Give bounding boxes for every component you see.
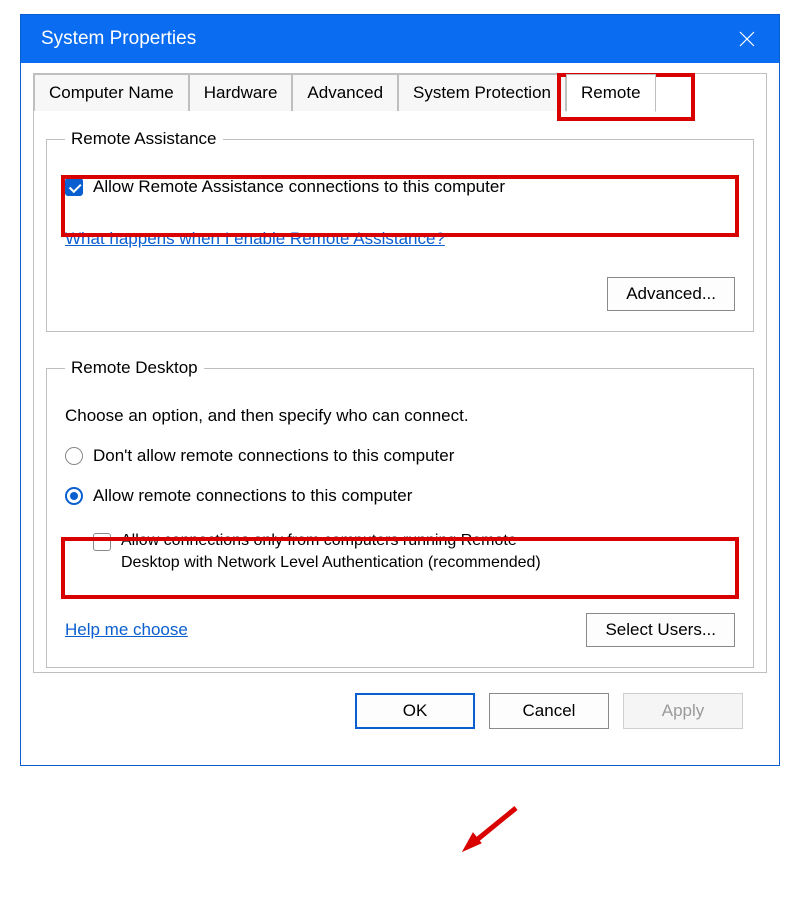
legend-remote-assistance: Remote Assistance xyxy=(65,129,223,149)
tab-remote[interactable]: Remote xyxy=(566,74,656,112)
group-remote-desktop: Remote Desktop Choose an option, and the… xyxy=(46,358,754,668)
legend-remote-desktop: Remote Desktop xyxy=(65,358,204,378)
nla-label-line1: Allow connections only from computers ru… xyxy=(121,532,517,549)
help-me-choose-link[interactable]: Help me choose xyxy=(65,620,188,640)
window-title: System Properties xyxy=(41,28,196,50)
radio-allow-label: Allow remote connections to this compute… xyxy=(93,486,412,506)
tab-advanced[interactable]: Advanced xyxy=(292,74,398,111)
tab-system-protection[interactable]: System Protection xyxy=(398,74,566,111)
close-icon[interactable] xyxy=(729,21,765,57)
apply-button: Apply xyxy=(623,693,743,729)
cancel-button[interactable]: Cancel xyxy=(489,693,609,729)
tab-bar: Computer Name Hardware Advanced System P… xyxy=(34,74,766,111)
radio-icon[interactable] xyxy=(65,487,83,505)
tab-hardware[interactable]: Hardware xyxy=(189,74,293,111)
checkbox-icon[interactable] xyxy=(65,178,83,196)
radio-deny-row[interactable]: Don't allow remote connections to this c… xyxy=(65,446,735,466)
radio-allow-row[interactable]: Allow remote connections to this compute… xyxy=(65,486,735,506)
radio-deny-label: Don't allow remote connections to this c… xyxy=(93,446,454,466)
allow-remote-assistance-row[interactable]: Allow Remote Assistance connections to t… xyxy=(65,177,735,197)
allow-remote-assistance-label: Allow Remote Assistance connections to t… xyxy=(93,177,505,197)
radio-icon[interactable] xyxy=(65,447,83,465)
ok-button[interactable]: OK xyxy=(355,693,475,729)
group-remote-assistance: Remote Assistance Allow Remote Assistanc… xyxy=(46,129,754,332)
titlebar: System Properties xyxy=(21,15,779,63)
remote-assistance-help-link[interactable]: What happens when I enable Remote Assist… xyxy=(65,229,445,248)
dialog-footer: OK Cancel Apply xyxy=(33,673,767,749)
annotation-arrow-icon xyxy=(461,803,521,857)
tab-computer-name[interactable]: Computer Name xyxy=(34,74,189,111)
advanced-button[interactable]: Advanced... xyxy=(607,277,735,311)
system-properties-window: System Properties Computer Name Hardware… xyxy=(20,14,780,766)
checkbox-icon[interactable] xyxy=(93,533,111,551)
nla-checkbox-row[interactable]: Allow connections only from computers ru… xyxy=(93,530,735,573)
remote-desktop-prompt: Choose an option, and then specify who c… xyxy=(65,406,735,426)
nla-label-line2: Desktop with Network Level Authenticatio… xyxy=(121,554,541,571)
nla-label: Allow connections only from computers ru… xyxy=(121,530,541,573)
select-users-button[interactable]: Select Users... xyxy=(586,613,735,647)
client-area: Computer Name Hardware Advanced System P… xyxy=(21,63,779,765)
